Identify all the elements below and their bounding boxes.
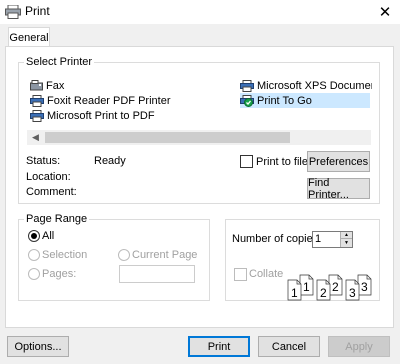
- page-pair-2: 2 2: [316, 274, 343, 301]
- selection-radio[interactable]: [28, 249, 40, 261]
- preferences-button[interactable]: Preferences: [307, 151, 370, 172]
- printer-item-print-to-go[interactable]: Print To Go: [240, 93, 370, 108]
- printer-item-foxit-reader-pdf-printer[interactable]: Foxit Reader PDF Printer: [30, 93, 170, 108]
- fax-icon: [30, 80, 43, 91]
- page-number-label: 1: [303, 280, 310, 294]
- all-radio[interactable]: [28, 230, 40, 242]
- pages-input[interactable]: [119, 265, 195, 283]
- printer-name: Print To Go: [257, 94, 312, 107]
- page-number-label: 1: [291, 286, 298, 300]
- apply-button[interactable]: Apply: [328, 336, 390, 357]
- printer-name: Microsoft XPS Documen: [257, 79, 372, 92]
- printer-icon: [240, 79, 254, 92]
- page-number-label: 3: [361, 280, 368, 294]
- printer-item-fax[interactable]: Fax: [30, 78, 64, 93]
- number-of-copies-label: Number of copies:: [232, 233, 322, 245]
- page-number-label: 2: [332, 280, 339, 294]
- status-value: Ready: [94, 155, 126, 167]
- collate-label: Collate: [249, 268, 284, 280]
- page-pair-1: 1 1: [287, 274, 314, 301]
- page-number-label: 2: [320, 286, 327, 300]
- find-printer-button[interactable]: Find Printer...: [307, 176, 370, 201]
- find-printer-button-label: Find Printer...: [308, 176, 349, 201]
- scrollbar-thumb[interactable]: [45, 132, 290, 143]
- cancel-button-label: Cancel: [271, 340, 307, 353]
- pages-radio[interactable]: [28, 268, 40, 280]
- pages-radio-label: Pages:: [42, 268, 77, 280]
- close-icon: ✕: [378, 4, 392, 21]
- close-button[interactable]: ✕: [370, 0, 400, 24]
- select-printer-legend: Select Printer: [24, 56, 95, 68]
- comment-label: Comment:: [26, 186, 77, 198]
- window-title: Print: [25, 4, 50, 18]
- options-button[interactable]: Options...: [7, 336, 69, 357]
- printer-name: Microsoft Print to PDF: [47, 109, 155, 122]
- cancel-button[interactable]: Cancel: [258, 336, 320, 357]
- print-button-label: Print: [207, 340, 231, 353]
- printer-icon: [30, 109, 44, 122]
- apply-button-label: Apply: [345, 340, 373, 353]
- selection-radio-label: Selection: [42, 249, 88, 261]
- current-page-radio[interactable]: [118, 249, 130, 261]
- location-label: Location:: [26, 171, 71, 183]
- options-button-label: Options...: [14, 340, 62, 353]
- status-label: Status:: [26, 155, 61, 167]
- printer-name: Foxit Reader PDF Printer: [47, 94, 171, 107]
- number-of-copies-value: 1: [315, 233, 322, 245]
- printer-list-horizontal-scrollbar[interactable]: ◀: [26, 129, 372, 146]
- number-of-copies-stepper[interactable]: 1 ▲ ▼: [312, 231, 353, 248]
- print-to-file-checkbox[interactable]: [240, 155, 253, 168]
- print-button[interactable]: Print: [188, 336, 250, 357]
- current-page-radio-label: Current Page: [132, 249, 198, 261]
- printer-icon: [5, 5, 21, 19]
- stepper-buttons: ▲ ▼: [340, 232, 352, 247]
- page-range-legend: Page Range: [24, 213, 90, 225]
- collate-pages-illustration: 1 1 2 2 3 3: [287, 274, 372, 301]
- printer-name: Fax: [46, 79, 65, 92]
- print-to-file-label: Print to file: [256, 156, 308, 168]
- printer-item-microsoft-xps-document-writer[interactable]: Microsoft XPS Documen: [240, 78, 372, 93]
- stepper-up-icon[interactable]: ▲: [341, 232, 352, 239]
- printer-icon: [30, 94, 44, 107]
- preferences-button-label: Preferences: [308, 155, 369, 168]
- scroll-left-arrow-icon[interactable]: ◀: [27, 130, 44, 145]
- title-bar: Print ✕: [0, 0, 400, 24]
- page-number-label: 3: [349, 286, 356, 300]
- collate-checkbox[interactable]: [234, 268, 247, 281]
- default-printer-icon: [240, 94, 254, 107]
- tab-label: General: [9, 31, 49, 44]
- page-pair-3: 3 3: [345, 274, 372, 301]
- tab-general[interactable]: General: [8, 27, 50, 47]
- stepper-down-icon[interactable]: ▼: [341, 239, 352, 246]
- all-radio-label: All: [42, 230, 55, 242]
- printer-item-microsoft-print-to-pdf[interactable]: Microsoft Print to PDF: [30, 108, 155, 123]
